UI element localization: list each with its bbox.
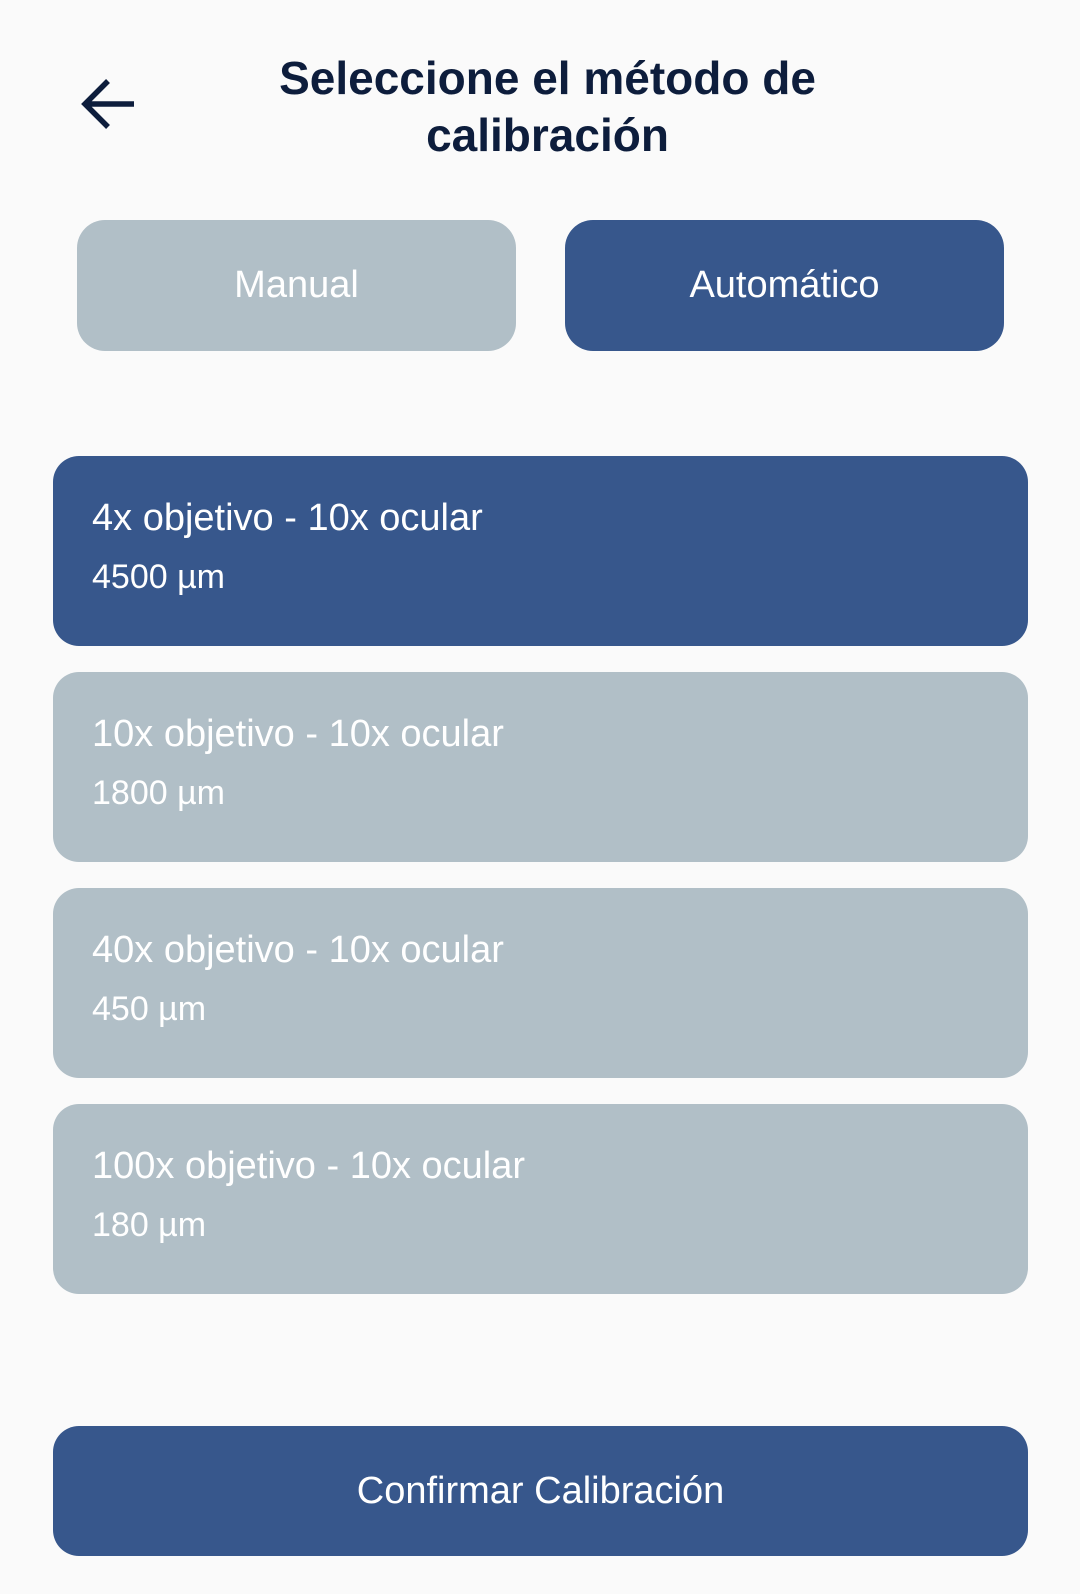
calibration-options-list: 4x objetivo - 10x ocular 4500 µm 10x obj… <box>53 456 1028 1320</box>
automatic-method-button[interactable]: Automático <box>565 220 1004 351</box>
calibration-method-screen: Seleccione el método de calibración Manu… <box>0 0 1080 1594</box>
manual-method-button[interactable]: Manual <box>77 220 516 351</box>
calibration-option-10x[interactable]: 10x objetivo - 10x ocular 1800 µm <box>53 672 1028 862</box>
option-value: 180 µm <box>92 1206 207 1244</box>
back-button[interactable] <box>70 68 146 144</box>
option-title: 40x objetivo - 10x ocular <box>92 929 504 971</box>
option-title: 10x objetivo - 10x ocular <box>92 713 504 755</box>
method-toggle: Manual Automático <box>77 220 1004 351</box>
option-value: 450 µm <box>92 990 207 1028</box>
arrow-left-icon <box>78 76 138 137</box>
calibration-option-4x[interactable]: 4x objetivo - 10x ocular 4500 µm <box>53 456 1028 646</box>
confirm-calibration-button[interactable]: Confirmar Calibración <box>53 1426 1028 1556</box>
option-title: 4x objetivo - 10x ocular <box>92 497 483 539</box>
page-title: Seleccione el método de calibración <box>279 52 816 161</box>
option-value: 4500 µm <box>92 558 225 596</box>
calibration-option-40x[interactable]: 40x objetivo - 10x ocular 450 µm <box>53 888 1028 1078</box>
option-title: 100x objetivo - 10x ocular <box>92 1145 526 1187</box>
calibration-option-100x[interactable]: 100x objetivo - 10x ocular 180 µm <box>53 1104 1028 1294</box>
option-value: 1800 µm <box>92 774 225 812</box>
